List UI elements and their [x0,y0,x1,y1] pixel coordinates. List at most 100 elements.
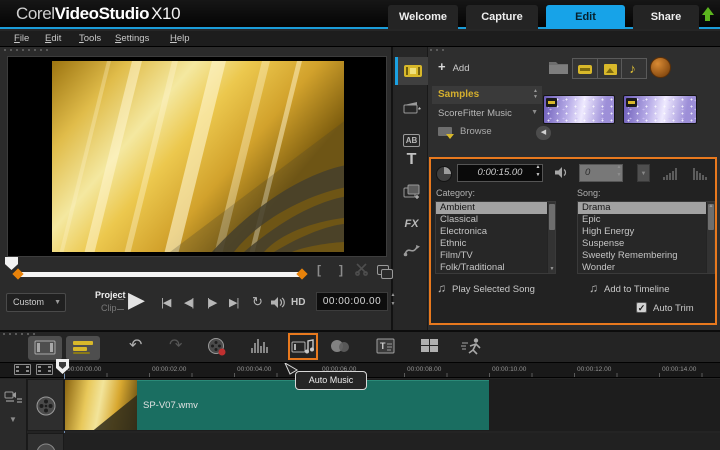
preview-size-select[interactable]: Custom ▼ [6,293,66,312]
menu-help[interactable]: Help [170,33,190,44]
music-thumbnail-1[interactable] [543,95,615,124]
trim-start-handle[interactable] [12,268,23,279]
hd-preview-toggle[interactable]: HD [291,297,305,308]
home-button[interactable]: |◀ [161,296,170,309]
upgrade-arrow-icon[interactable] [701,7,716,23]
track-headers: ▼ [0,379,64,450]
song-item[interactable]: Suspense [578,238,714,250]
auto-trim-checkbox[interactable]: ✓ [636,302,647,313]
track-manager-icon[interactable] [4,389,23,404]
swap-tracks-arrow[interactable]: ▼ [9,415,17,424]
song-item[interactable]: Epic [578,214,714,226]
previous-frame-button[interactable]: ◀| [184,296,193,309]
graphic-button[interactable] [395,182,428,202]
add-to-timeline-button[interactable]: ♫Add to Timeline [589,281,669,295]
timeline-clip[interactable]: SP-V07.wmv [65,380,489,430]
preview-trackbar[interactable] [16,272,304,277]
video-track-button[interactable] [27,379,64,431]
menu-file[interactable]: File [14,33,29,44]
storyboard-view-button[interactable] [28,336,62,360]
volume-dropdown-button[interactable]: ▼ [637,164,650,182]
tab-edit[interactable]: Edit [546,5,625,29]
clip-mode-toggle[interactable]: Clip [101,303,117,313]
system-volume-icon[interactable] [271,297,287,309]
category-item[interactable]: Ethnic [436,238,555,250]
panel-grip[interactable] [4,49,50,51]
timeline-view-button[interactable] [66,336,100,360]
gallery-dropdown-samples[interactable]: Samples ▲▼ [432,86,542,104]
end-button[interactable]: ▶| [229,296,238,309]
next-frame-button[interactable]: |▶ [207,296,216,309]
volume-spin-up[interactable]: ▲ [615,165,623,170]
menu-settings[interactable]: Settings [115,33,149,44]
menu-tools[interactable]: Tools [79,33,101,44]
title-button[interactable]: T [395,151,428,173]
timecode-field[interactable]: 00:00:00.00 [316,292,388,311]
split-screen-template-icon[interactable] [420,338,440,355]
filter-button[interactable]: FX [395,212,428,230]
instant-project-button[interactable] [395,97,428,119]
show-photos-button[interactable] [598,59,623,78]
category-item[interactable]: Classical [436,214,555,226]
video-track-row[interactable]: SP-V07.wmv [64,379,720,431]
fade-in-icon[interactable] [663,168,677,180]
mark-out-button[interactable]: ] [339,263,343,277]
song-item[interactable]: Wonder [578,262,714,274]
track-transition-icon[interactable] [330,339,352,354]
song-item[interactable]: Drama [578,202,714,214]
photo-icon [604,64,617,75]
tab-share[interactable]: Share [633,5,699,29]
song-scrollbar[interactable]: ▲ [706,202,714,273]
import-folder-icon[interactable] [548,58,569,75]
duration-spin-up[interactable]: ▲ [534,165,542,170]
gallery-scroll-arrows[interactable]: ▲▼ [533,88,538,100]
tab-capture[interactable]: Capture [466,5,538,29]
enlarge-preview-icon[interactable] [377,265,389,275]
category-item[interactable]: Electronica [436,226,555,238]
category-item[interactable]: Ambient [436,202,555,214]
auto-trim-label[interactable]: Auto Trim [653,303,694,314]
media-filmstrip-icon [403,63,423,79]
tab-welcome[interactable]: Welcome [388,5,458,29]
scorefitter-badge-icon[interactable] [650,57,671,78]
category-item[interactable]: Folk/Traditional [436,262,555,274]
ruler-label: 00:00:10.00 [492,366,526,373]
track-view-toggle-2[interactable] [36,364,53,375]
repeat-button[interactable]: ↻ [252,294,263,310]
play-selected-song-button[interactable]: ♫Play Selected Song [437,281,535,295]
mark-in-button[interactable]: [ [317,263,321,277]
overlay-track-button[interactable] [27,433,64,450]
undo-button[interactable]: ↶ [129,335,142,357]
volume-spin-down[interactable]: ▼ [615,173,623,178]
redo-button[interactable]: ↷ [169,335,182,357]
motion-path-button[interactable] [395,240,428,260]
media-library-button[interactable] [395,57,428,85]
browse-button[interactable]: Browse [432,124,542,140]
split-clip-icon[interactable] [355,263,369,276]
subtitle-editor-icon[interactable]: T [376,338,396,355]
menu-edit[interactable]: Edit [45,33,61,44]
gallery-item-scorefitter[interactable]: ScoreFitter Music ▼ [432,106,542,121]
auto-music-button[interactable] [288,333,318,360]
collapse-panel-button[interactable]: ◀ [536,126,551,140]
transition-button[interactable]: AB [395,127,428,145]
record-capture-icon[interactable] [207,337,227,357]
music-thumbnail-2[interactable] [623,95,697,124]
track-view-toggle-1[interactable] [14,364,31,375]
category-scrollbar[interactable]: ▼ [547,202,555,273]
show-audio-button[interactable]: ♪ [622,59,646,78]
play-button[interactable]: ▶ [128,287,145,313]
add-gallery-button[interactable]: +Add [438,59,470,74]
duration-spin-down[interactable]: ▼ [534,173,542,178]
category-item[interactable]: Film/TV [436,250,555,262]
overlay-track-row[interactable] [64,433,720,450]
sound-mixer-icon[interactable] [250,338,272,355]
song-item[interactable]: High Energy [578,226,714,238]
fade-out-icon[interactable] [693,168,707,180]
preview-scrubber-handle[interactable] [5,257,18,270]
motion-tracking-icon[interactable] [460,337,484,356]
show-videos-button[interactable] [573,59,598,78]
trim-end-handle[interactable] [296,268,307,279]
duration-field[interactable]: 0:00:15.00 [457,164,543,182]
song-item[interactable]: Sweetly Remembering [578,250,714,262]
